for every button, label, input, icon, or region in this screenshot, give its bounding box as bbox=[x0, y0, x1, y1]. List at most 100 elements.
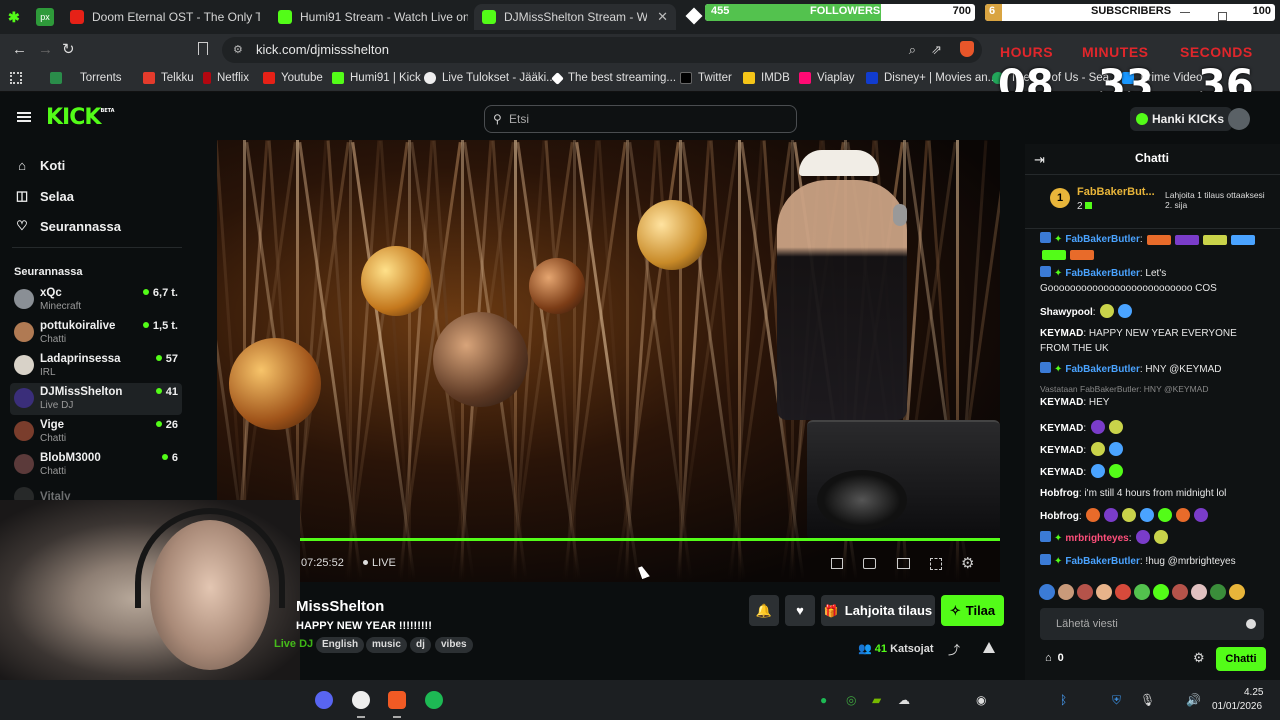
gift-prompt[interactable]: Lahjoita 1 tilaus ottaaksesi 2. sija bbox=[1165, 190, 1273, 210]
spotify-icon[interactable] bbox=[425, 691, 443, 709]
tab-favicon-icon[interactable] bbox=[685, 7, 703, 25]
bookmark-viaplay[interactable]: Viaplay bbox=[799, 72, 855, 84]
bookmark-disney[interactable]: Disney+ | Movies an... bbox=[866, 72, 997, 84]
kicks-balance[interactable]: ⌂ 0 bbox=[1045, 652, 1064, 664]
emote-icon[interactable] bbox=[1153, 584, 1169, 600]
emote-icon[interactable] bbox=[1096, 584, 1112, 600]
bookmark-twitter[interactable]: Twitter bbox=[680, 72, 732, 84]
sidebar-channel-ladaprinsessa[interactable]: Ladaprinsessa IRL 57 bbox=[10, 350, 182, 382]
brave-shield-icon[interactable] bbox=[960, 41, 974, 57]
forward-icon[interactable]: → bbox=[38, 41, 53, 58]
cloud-tray-icon[interactable]: ☁ bbox=[898, 693, 910, 707]
emote-icon[interactable] bbox=[1210, 584, 1226, 600]
chat-message[interactable]: Hobfrog: bbox=[1040, 508, 1268, 524]
close-icon[interactable]: ✕ bbox=[657, 9, 668, 25]
bookmark-humi91[interactable]: Humi91 | Kick bbox=[332, 72, 421, 84]
nav-following[interactable]: ♡ Seurannassa bbox=[14, 218, 121, 234]
chat-username[interactable]: KEYMAD bbox=[1040, 397, 1083, 408]
steam-tray-icon[interactable]: ◉ bbox=[976, 693, 986, 707]
chat-message[interactable]: KEYMAD: bbox=[1040, 420, 1268, 436]
chat-username[interactable]: KEYMAD bbox=[1040, 445, 1083, 456]
bookmark-streaming[interactable]: The best streaming... bbox=[551, 71, 676, 85]
bookmark-live-tulokset[interactable]: Live Tulokset - Jääki... bbox=[424, 72, 556, 84]
discord-icon[interactable] bbox=[315, 691, 333, 709]
address-bar[interactable]: ⚙ kick.com/djmissshelton ⌕ ⇗ bbox=[222, 37, 982, 63]
stream-category[interactable]: Live DJ bbox=[274, 638, 313, 650]
chat-username[interactable]: FabBakerButler bbox=[1065, 268, 1139, 279]
user-avatar[interactable] bbox=[1228, 108, 1250, 130]
sidebar-channel-xqc[interactable]: xQc Minecraft 6,7 t. bbox=[10, 284, 182, 316]
nav-browse[interactable]: ◫ Selaa bbox=[14, 188, 74, 204]
chat-username[interactable]: KEYMAD bbox=[1040, 328, 1083, 339]
reload-icon[interactable]: ↻ bbox=[62, 40, 75, 58]
xbox-tray-icon[interactable]: ◎ bbox=[846, 693, 856, 707]
chat-username[interactable]: mrbrighteyes bbox=[1065, 533, 1128, 544]
chat-username[interactable]: KEYMAD bbox=[1040, 467, 1083, 478]
clock-time[interactable]: 4.25 bbox=[1244, 687, 1263, 698]
chat-message[interactable]: ✦ FabBakerButler: bbox=[1040, 232, 1268, 262]
emote-icon[interactable] bbox=[1039, 584, 1055, 600]
tag-music[interactable]: music bbox=[366, 637, 407, 653]
sidebar-channel-blobm3000[interactable]: BlobM3000 Chatti 6 bbox=[10, 449, 182, 481]
spotify-tray-icon[interactable]: ● bbox=[820, 693, 827, 707]
chat-settings-icon[interactable]: ⚙ bbox=[1193, 650, 1205, 666]
chat-username[interactable]: Shawypool bbox=[1040, 307, 1093, 318]
chat-message[interactable]: KEYMAD: bbox=[1040, 464, 1268, 480]
bookmark-icon[interactable] bbox=[198, 42, 208, 55]
theater-mode-icon[interactable] bbox=[897, 558, 910, 569]
site-info-icon[interactable]: ⚙ bbox=[233, 37, 243, 63]
chat-message[interactable]: Vastataan FabBakerButler: HNY @KEYMAD KEY… bbox=[1040, 384, 1268, 410]
tag-vibes[interactable]: vibes bbox=[435, 637, 473, 653]
volume-tray-icon[interactable]: 🔊 bbox=[1186, 693, 1201, 707]
tab-djmissshelton[interactable]: DJMissShelton Stream - Watc ✕ bbox=[474, 4, 676, 30]
bookmark-torrents[interactable]: Torrents bbox=[50, 72, 122, 84]
streamer-name[interactable]: MissShelton bbox=[296, 598, 384, 615]
emote-icon[interactable] bbox=[1229, 584, 1245, 600]
search-input[interactable]: ⚲ Etsi bbox=[484, 105, 797, 133]
emote-icon[interactable] bbox=[1058, 584, 1074, 600]
tab-humi91[interactable]: Humi91 Stream - Watch Live on Kick bbox=[278, 4, 468, 30]
progress-bar[interactable] bbox=[277, 538, 1000, 541]
notifications-button[interactable]: 🔔 bbox=[749, 595, 779, 626]
clock-date[interactable]: 01/01/2026 bbox=[1212, 701, 1262, 712]
bluetooth-tray-icon[interactable]: ᛒ bbox=[1060, 693, 1067, 707]
chat-username[interactable]: FabBakerButler bbox=[1065, 556, 1139, 567]
sidebar-channel-djmissshelton[interactable]: DJMissShelton Live DJ 41 bbox=[10, 383, 182, 415]
video-player[interactable]: 07:25:52 LIVE ⚙ bbox=[217, 140, 1000, 582]
chat-message[interactable]: ✦ FabBakerButler: !hug @mrbrighteyes bbox=[1040, 554, 1268, 569]
back-icon[interactable]: ← bbox=[12, 41, 27, 58]
px-extension-icon[interactable]: px bbox=[36, 8, 54, 26]
subscribe-button[interactable]: ✧ Tilaa bbox=[941, 595, 1004, 626]
bookmark-telkku[interactable]: Telkku bbox=[143, 72, 194, 84]
chat-message[interactable]: ✦ mrbrighteyes: bbox=[1040, 530, 1268, 546]
chat-input[interactable]: Lähetä viesti bbox=[1040, 608, 1264, 640]
chat-message[interactable]: KEYMAD: bbox=[1040, 442, 1268, 458]
bookmark-netflix[interactable]: Netflix bbox=[203, 72, 249, 84]
emoji-icon[interactable] bbox=[1246, 619, 1256, 629]
hamburger-menu-icon[interactable] bbox=[17, 112, 31, 122]
chat-username[interactable]: KEYMAD bbox=[1040, 423, 1083, 434]
share-icon[interactable]: ⇗ bbox=[931, 37, 942, 63]
chat-message[interactable]: ✦ FabBakerButler: Let's Goooooooooooooooo… bbox=[1040, 266, 1268, 296]
chat-username[interactable]: Hobfrog bbox=[1040, 488, 1079, 499]
browser-menu-icon[interactable]: ✱ bbox=[8, 9, 24, 25]
chromium-icon[interactable] bbox=[352, 691, 370, 709]
shield-tray-icon[interactable]: ⛨ bbox=[1112, 693, 1121, 708]
get-kicks-button[interactable]: Hanki KICKs bbox=[1130, 107, 1233, 131]
collapse-chat-icon[interactable]: ⇥ bbox=[1034, 152, 1045, 168]
mini-player-icon[interactable] bbox=[831, 558, 843, 569]
tag-dj[interactable]: dj bbox=[410, 637, 431, 653]
nav-home[interactable]: ⌂ Koti bbox=[14, 158, 65, 173]
emote-icon[interactable] bbox=[1191, 584, 1207, 600]
nvidia-tray-icon[interactable]: ▰ bbox=[872, 693, 881, 707]
bookmark-youtube[interactable]: Youtube bbox=[263, 72, 323, 84]
emote-icon[interactable] bbox=[1115, 584, 1131, 600]
settings-icon[interactable]: ⚙ bbox=[961, 554, 974, 572]
maximize-icon[interactable] bbox=[1218, 12, 1227, 21]
microphone-tray-icon[interactable]: 🎙 bbox=[1140, 693, 1155, 707]
chat-message[interactable]: Shawypool: bbox=[1040, 304, 1268, 320]
sidebar-channel-vige[interactable]: Vige Chatti 26 bbox=[10, 416, 182, 448]
kick-logo[interactable]: KICKBETA bbox=[46, 105, 115, 130]
minimize-icon[interactable] bbox=[1180, 12, 1190, 13]
chat-username[interactable]: FabBakerButler bbox=[1065, 234, 1139, 245]
